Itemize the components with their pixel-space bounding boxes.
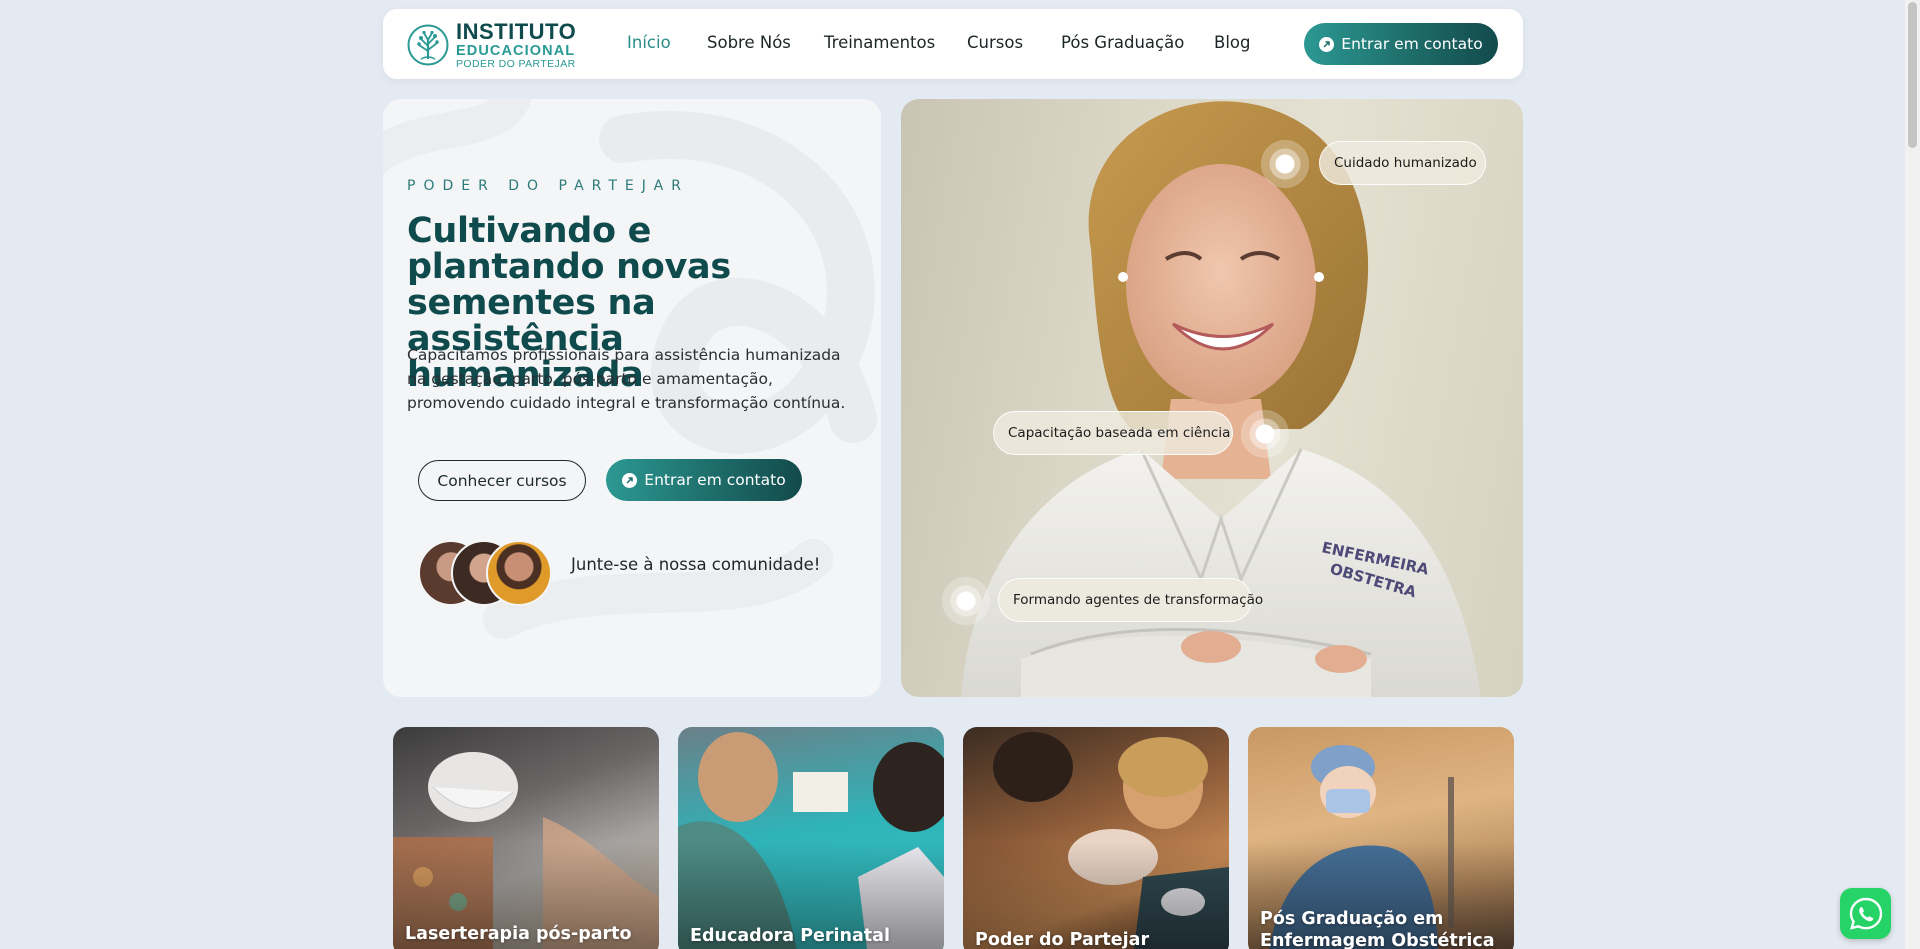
course-card-title: Poder do Partejar [975,930,1150,949]
hero-eyebrow: PODER DO PARTEJAR [407,178,689,194]
community-avatars [418,540,558,606]
course-card-title: Pós Graduação em Enfermagem Obstétrica [1260,909,1495,949]
tag-cuidado-humanizado: Cuidado humanizado [1319,141,1486,185]
hero-text-card: PODER DO PARTEJAR Cultivando e plantando… [383,99,881,697]
course-card-laserterapia[interactable]: Laserterapia pós-parto [393,727,659,949]
view-courses-button[interactable]: Conhecer cursos [418,460,586,501]
course-card-title: Educadora Perinatal [690,926,890,946]
nav-item-pos-graduacao[interactable]: Pós Graduação [1061,33,1184,52]
nav-item-inicio[interactable]: Início [627,33,671,52]
hero-contact-label: Entrar em contato [644,471,786,489]
header-contact-label: Entrar em contato [1341,35,1483,53]
tag-capacitacao: Capacitação baseada em ciência [993,411,1233,455]
whatsapp-button[interactable] [1840,888,1891,939]
hotspot-dot-icon[interactable] [1262,141,1308,187]
tag-formando-agentes: Formando agentes de transformação [998,578,1263,622]
course-card-poder-partejar[interactable]: Poder do Partejar [963,727,1229,949]
nav-item-blog[interactable]: Blog [1214,33,1250,52]
scrollbar[interactable] [1905,0,1920,949]
nav-item-cursos[interactable]: Cursos [967,33,1023,52]
avatar [486,540,552,606]
whatsapp-icon [1849,897,1882,930]
site-header: INSTITUTO EDUCACIONAL PODER DO PARTEJAR … [383,9,1523,79]
hotspot-dot-icon[interactable] [943,578,989,624]
scrollbar-thumb[interactable] [1908,2,1917,148]
nav-item-sobre-nos[interactable]: Sobre Nós [707,33,791,52]
card-shade [393,727,659,949]
card-shade [963,727,1229,949]
arrow-up-right-icon [1319,36,1335,52]
card-shade [678,727,944,949]
course-card-educadora[interactable]: Educadora Perinatal [678,727,944,949]
hotspot-dot-icon[interactable] [1242,411,1288,457]
course-card-title: Laserterapia pós-parto [405,924,632,944]
community-text: Junte-se à nossa comunidade! [571,555,821,574]
hero-description: Capacitamos profissionais para assistênc… [407,346,846,412]
course-card-pos-graduacao[interactable]: Pós Graduação em Enfermagem Obstétrica [1248,727,1514,949]
header-contact-button[interactable]: Entrar em contato [1304,23,1498,65]
nav-item-treinamentos[interactable]: Treinamentos [824,33,935,52]
arrow-up-right-icon [622,472,638,488]
hero-image: ENFERMEIRA OBSTETRA Cuidado humanizado C… [901,99,1523,697]
hero-contact-button[interactable]: Entrar em contato [606,459,802,501]
